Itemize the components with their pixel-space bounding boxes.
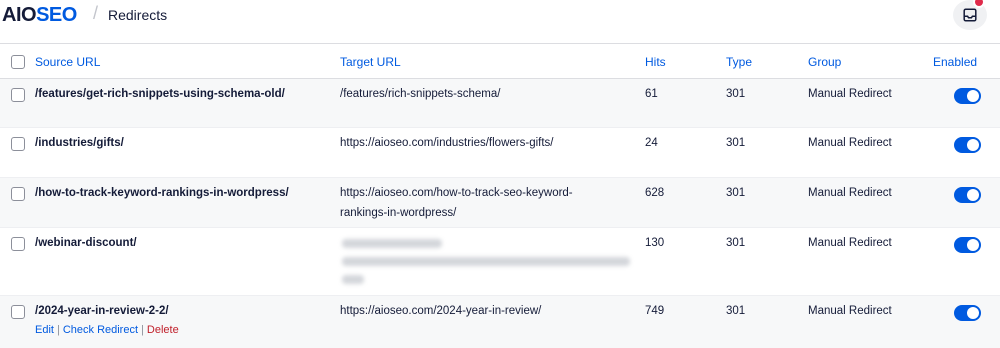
logo-text-aio: AIO xyxy=(2,3,37,26)
target-url: /features/rich-snippets-schema/ xyxy=(340,88,501,100)
hits-value: 628 xyxy=(645,187,665,199)
breadcrumb-separator: / xyxy=(93,3,99,23)
group-value: Manual Redirect xyxy=(808,237,892,249)
hits-value: 130 xyxy=(645,237,665,249)
breadcrumb-current: Redirects xyxy=(108,7,168,23)
column-enabled[interactable]: Enabled xyxy=(933,55,977,69)
enabled-toggle[interactable] xyxy=(954,187,981,203)
group-value: Manual Redirect xyxy=(808,305,892,317)
redirects-table: Source URL Target URL Hits Type Group En… xyxy=(0,45,1000,348)
group-value: Manual Redirect xyxy=(808,187,892,199)
target-url-continued: rankings-in-wordpress/ xyxy=(340,207,457,219)
type-value: 301 xyxy=(726,237,746,249)
target-url: https://aioseo.com/industries/flowers-gi… xyxy=(340,137,554,149)
enabled-toggle[interactable] xyxy=(954,305,981,321)
enabled-toggle[interactable] xyxy=(954,88,981,104)
select-all-checkbox[interactable] xyxy=(11,55,25,69)
row-checkbox[interactable] xyxy=(11,88,25,102)
top-bar: AIO SE O / Redirects xyxy=(0,0,1000,44)
enabled-toggle[interactable] xyxy=(954,137,981,153)
target-url: https://aioseo.com/2024-year-in-review/ xyxy=(340,305,542,317)
table-row: /webinar-discount/ 130 301 Manual Redire… xyxy=(0,228,1000,296)
aioseo-logo[interactable]: AIO SE O xyxy=(2,3,77,27)
logo-text-o: O xyxy=(61,3,78,26)
group-value: Manual Redirect xyxy=(808,88,892,100)
row-checkbox[interactable] xyxy=(11,305,25,319)
row-checkbox[interactable] xyxy=(11,187,25,201)
type-value: 301 xyxy=(726,137,746,149)
hits-value: 61 xyxy=(645,88,658,100)
action-divider: | xyxy=(141,324,144,336)
row-actions: Edit | Check Redirect | Delete xyxy=(35,323,179,337)
row-checkbox[interactable] xyxy=(11,237,25,251)
target-url: https://aioseo.com/how-to-track-seo-keyw… xyxy=(340,187,573,199)
column-target-url[interactable]: Target URL xyxy=(340,55,401,69)
table-row: /how-to-track-keyword-rankings-in-wordpr… xyxy=(0,178,1000,228)
column-hits[interactable]: Hits xyxy=(645,55,666,69)
type-value: 301 xyxy=(726,305,746,317)
table-row: /features/get-rich-snippets-using-schema… xyxy=(0,79,1000,128)
action-divider: | xyxy=(56,324,60,336)
source-url[interactable]: /webinar-discount/ xyxy=(35,233,137,253)
check-redirect-link[interactable]: Check Redirect xyxy=(63,324,138,336)
column-group[interactable]: Group xyxy=(808,55,841,69)
table-header: Source URL Target URL Hits Type Group En… xyxy=(0,45,1000,79)
column-type[interactable]: Type xyxy=(726,55,752,69)
hits-value: 749 xyxy=(645,305,665,317)
logo-text-seo: SE O xyxy=(36,4,77,27)
hits-value: 24 xyxy=(645,137,658,149)
column-source-url[interactable]: Source URL xyxy=(35,55,100,69)
edit-link[interactable]: Edit xyxy=(35,324,54,336)
inbox-icon xyxy=(963,8,977,22)
group-value: Manual Redirect xyxy=(808,137,892,149)
logo-text-se: SE xyxy=(36,3,62,26)
row-checkbox[interactable] xyxy=(11,137,25,151)
table-row: /2024-year-in-review-2-2/ Edit | Check Red… xyxy=(0,296,1000,348)
source-url[interactable]: /industries/gifts/ xyxy=(35,133,124,153)
source-url[interactable]: /features/get-rich-snippets-using-schema… xyxy=(35,84,285,104)
delete-link[interactable]: Delete xyxy=(147,324,179,336)
enabled-toggle[interactable] xyxy=(954,237,981,253)
type-value: 301 xyxy=(726,88,746,100)
type-value: 301 xyxy=(726,187,746,199)
source-url[interactable]: /how-to-track-keyword-rankings-in-wordpr… xyxy=(35,183,289,203)
source-url[interactable]: /2024-year-in-review-2-2/ xyxy=(35,301,169,321)
table-row: /industries/gifts/ https://aioseo.com/in… xyxy=(0,128,1000,178)
